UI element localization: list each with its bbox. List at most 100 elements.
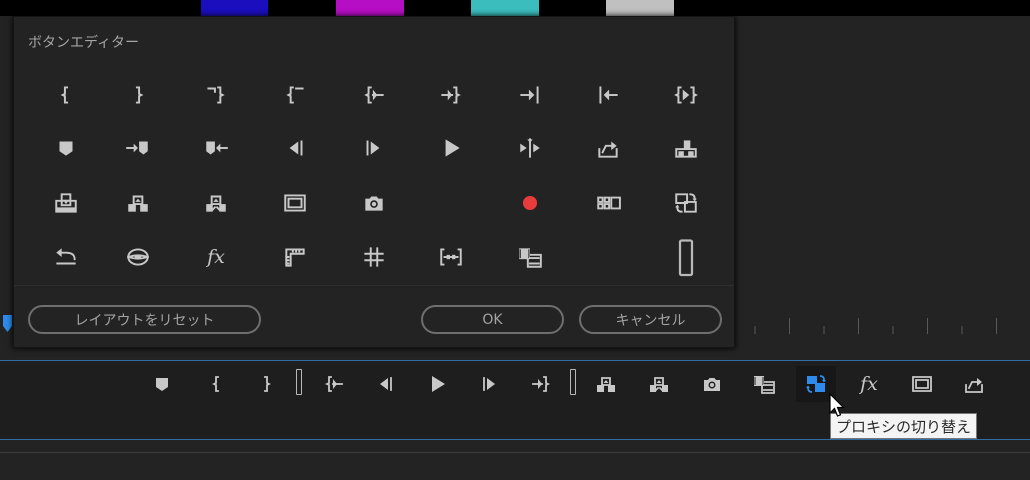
safe-margins-icon <box>912 376 932 392</box>
add-marker-icon <box>156 378 168 391</box>
color-bar <box>674 0 1030 16</box>
toggle-proxies-icon <box>675 193 697 213</box>
tooltip: プロキシの切り替え <box>830 413 978 439</box>
extract-button[interactable] <box>639 366 679 402</box>
snap-in-guides-icon <box>440 248 462 266</box>
color-bars <box>0 0 1030 16</box>
step-forward-button[interactable] <box>470 366 510 402</box>
grid-record-button[interactable] <box>500 183 560 223</box>
empty-slot <box>578 237 638 277</box>
clear-out-icon <box>286 86 304 104</box>
grid-loop-button[interactable] <box>36 237 96 277</box>
vr-video-icon <box>127 248 149 266</box>
color-bar <box>404 0 471 16</box>
spacer-icon <box>570 369 576 395</box>
grid-spacer-button[interactable] <box>656 237 716 277</box>
lift-button[interactable] <box>586 366 626 402</box>
color-bar <box>539 0 606 16</box>
step-back-button[interactable] <box>365 366 405 402</box>
color-bar <box>0 0 201 16</box>
extract-icon <box>650 377 668 392</box>
empty-slot <box>421 183 481 223</box>
add-marker-button[interactable] <box>142 366 182 402</box>
extract-icon <box>206 195 226 212</box>
grid-multicam-button[interactable] <box>578 183 638 223</box>
fx-button[interactable]: fx <box>849 366 889 402</box>
grid-extract-button[interactable] <box>186 183 246 223</box>
dialog-title: ボタンエディター <box>28 35 140 51</box>
comparison-view-icon <box>754 376 775 394</box>
go-to-out-button[interactable] <box>521 366 561 402</box>
mark-out-icon <box>135 86 144 104</box>
grid-guides-button[interactable] <box>344 237 404 277</box>
grid-go-to-previous-marker-button[interactable] <box>186 128 246 168</box>
grid-insert-button[interactable] <box>36 183 96 223</box>
grid-vr-video-button[interactable] <box>108 237 168 277</box>
grid-play-around-button[interactable] <box>500 128 560 168</box>
grid-fx-button[interactable]: fx <box>186 237 246 277</box>
grid-toggle-proxies-button[interactable] <box>656 183 716 223</box>
grid-go-to-out-button[interactable] <box>421 75 481 115</box>
go-to-out-icon <box>441 86 461 104</box>
go-to-in-icon <box>324 376 343 392</box>
multicam-icon <box>597 196 621 210</box>
go-to-previous-marker-icon <box>206 141 228 155</box>
go-to-in-button[interactable] <box>314 366 354 402</box>
spacer-icon <box>296 369 302 395</box>
go-to-out-icon <box>532 376 551 392</box>
grid-clear-out-button[interactable] <box>265 75 325 115</box>
step-back-icon <box>289 140 303 156</box>
step-to-start-icon <box>599 86 618 104</box>
play-stop-button[interactable] <box>417 366 457 402</box>
grid-comparison-view-button[interactable] <box>500 237 560 277</box>
grid-play-in-to-out-button[interactable] <box>656 75 716 115</box>
grid-safe-margins-button[interactable] <box>265 183 325 223</box>
step-forward-icon <box>366 140 380 156</box>
grid-step-back-button[interactable] <box>265 128 325 168</box>
record-icon <box>522 195 538 211</box>
export-frame-share-icon <box>598 141 618 158</box>
grid-snap-in-guides-button[interactable] <box>421 237 481 277</box>
step-forward-icon <box>483 377 495 391</box>
export-frame-share-icon <box>965 378 983 393</box>
mark-out-icon <box>264 376 272 392</box>
dialog-divider <box>14 285 734 286</box>
grid-step-to-end-button[interactable] <box>500 75 560 115</box>
add-marker-icon <box>59 141 73 156</box>
clear-in-icon <box>207 86 225 104</box>
ok-button[interactable]: OK <box>421 305 564 334</box>
rulers-icon <box>285 248 305 267</box>
grid-step-to-start-button[interactable] <box>578 75 638 115</box>
grid-camera-button[interactable] <box>344 183 404 223</box>
grid-go-to-next-marker-button[interactable] <box>108 128 168 168</box>
button-editor-dialog: ボタンエディター fx レイアウトをリセット OK キャンセル <box>13 16 735 348</box>
play-stop-icon <box>445 139 460 157</box>
grid-clear-in-button[interactable] <box>186 75 246 115</box>
cancel-button[interactable]: キャンセル <box>579 305 722 334</box>
color-bar <box>201 0 268 16</box>
grid-rulers-button[interactable] <box>265 237 325 277</box>
camera-icon <box>365 196 383 211</box>
grid-mark-out-button[interactable] <box>108 75 168 115</box>
grid-play-stop-button[interactable] <box>421 128 481 168</box>
grid-export-frame-share-button[interactable] <box>578 128 638 168</box>
spacer-icon <box>678 239 694 277</box>
mark-in-button[interactable] <box>197 366 237 402</box>
grid-step-forward-button[interactable] <box>344 128 404 168</box>
export-frame-share-button[interactable] <box>954 366 994 402</box>
fx-icon: fx <box>207 246 225 268</box>
reset-layout-button[interactable]: レイアウトをリセット <box>28 305 261 334</box>
grid-add-marker-button[interactable] <box>36 128 96 168</box>
safe-margins-button[interactable] <box>902 366 942 402</box>
camera-icon <box>704 378 720 391</box>
mark-out-button[interactable] <box>246 366 286 402</box>
grid-mark-in-button[interactable] <box>36 75 96 115</box>
camera-button[interactable] <box>692 366 732 402</box>
grid-overwrite-button[interactable] <box>656 128 716 168</box>
lift-icon <box>597 377 615 392</box>
loop-icon <box>56 248 76 265</box>
grid-go-to-in-button[interactable] <box>344 75 404 115</box>
comparison-view-button[interactable] <box>744 366 784 402</box>
color-bar <box>606 0 674 16</box>
grid-lift-button[interactable] <box>108 183 168 223</box>
